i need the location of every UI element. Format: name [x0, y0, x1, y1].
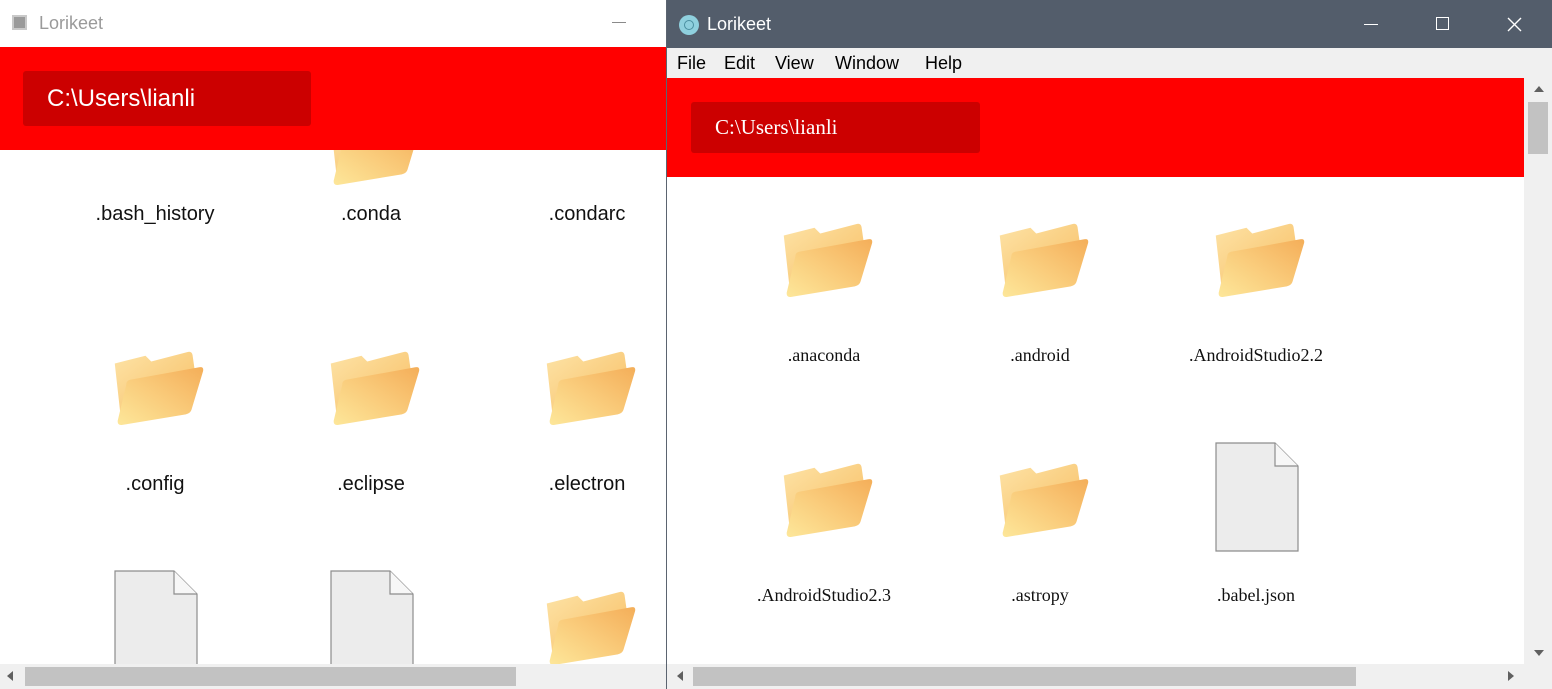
folder-item-label: .android [1010, 345, 1070, 365]
folder-item[interactable]: .AndroidStudio2.2 [1156, 217, 1356, 377]
menu-window[interactable]: Window [835, 53, 899, 74]
maximize-button[interactable] [1407, 0, 1479, 48]
vertical-scroll-thumb[interactable] [1528, 102, 1548, 154]
folder-icon [109, 345, 205, 428]
folder-item-label: .electron [548, 473, 626, 495]
maximize-icon [1436, 17, 1449, 30]
folder-item-label: .AndroidStudio2.3 [756, 585, 891, 605]
minimize-button[interactable] [1335, 0, 1407, 48]
window-title: Lorikeet [707, 14, 772, 34]
path-header: C:\Users\lianli [667, 78, 1524, 177]
file-item[interactable]: .babel.json [1156, 442, 1356, 617]
folder-item-label: .astropy [1011, 585, 1069, 605]
menu-bar: File Edit View Window Help [667, 48, 1552, 78]
folder-icon [325, 345, 421, 428]
scroll-up-arrow-icon[interactable] [1534, 86, 1544, 92]
close-icon [1507, 17, 1522, 32]
menu-edit[interactable]: Edit [724, 53, 755, 74]
title-bar: Lorikeet [0, 0, 667, 47]
folder-item[interactable]: .electron [487, 345, 667, 505]
file-icon [330, 570, 414, 664]
file-icon [114, 570, 198, 664]
menu-file[interactable]: File [677, 53, 706, 74]
folder-item[interactable] [487, 585, 667, 664]
folder-icon [1210, 217, 1306, 300]
folder-icon [994, 457, 1090, 540]
horizontal-scrollbar[interactable] [0, 664, 667, 689]
left-window: .bash_history .conda .condarc .config .e… [0, 0, 668, 689]
file-item-label: .condarc [548, 203, 626, 225]
title-bar: Lorikeet [667, 0, 1552, 48]
folder-item[interactable]: .astropy [940, 457, 1140, 617]
app-icon [12, 15, 27, 30]
folder-item-label: .AndroidStudio2.2 [1188, 345, 1323, 365]
menu-view[interactable]: View [775, 53, 814, 74]
file-icon [115, 150, 197, 170]
folder-item[interactable]: .anaconda [724, 217, 924, 377]
folder-item[interactable]: .eclipse [271, 345, 471, 505]
file-item-label: .babel.json [1217, 585, 1295, 605]
folder-item-label: .eclipse [337, 473, 405, 495]
folder-icon [778, 457, 874, 540]
folder-icon [541, 585, 637, 664]
close-button[interactable] [1479, 0, 1551, 48]
path-display[interactable]: C:\Users\lianli [23, 71, 311, 126]
folder-item[interactable]: .android [940, 217, 1140, 377]
file-item[interactable] [271, 570, 471, 664]
horizontal-scrollbar[interactable] [667, 664, 1524, 689]
menu-help[interactable]: Help [925, 53, 962, 74]
folder-icon [778, 217, 874, 300]
file-item[interactable]: .condarc [487, 150, 667, 270]
path-display[interactable]: C:\Users\lianli [691, 102, 980, 153]
app-icon [679, 15, 699, 35]
minimize-button[interactable] [612, 22, 626, 23]
scroll-down-arrow-icon[interactable] [1534, 650, 1544, 656]
folder-item-label: .anaconda [787, 345, 861, 365]
horizontal-scroll-thumb[interactable] [25, 667, 516, 686]
scroll-right-arrow-icon[interactable] [1508, 671, 1514, 681]
folder-icon [325, 150, 421, 188]
folder-icon [541, 345, 637, 428]
vertical-scrollbar[interactable] [1524, 78, 1552, 664]
file-icon [1215, 442, 1299, 552]
minimize-icon [1364, 24, 1378, 25]
file-grid: .anaconda .android .AndroidStudio2.2 .An… [667, 177, 1524, 664]
folder-icon [994, 217, 1090, 300]
file-item[interactable] [55, 570, 255, 664]
folder-item-label: .conda [340, 203, 402, 225]
file-grid: .bash_history .conda .condarc .config .e… [0, 150, 667, 664]
scroll-left-arrow-icon[interactable] [7, 671, 13, 681]
file-item[interactable]: .bash_history [55, 150, 255, 270]
right-window: Lorikeet File Edit View Window Help C:\U… [666, 0, 1552, 689]
scroll-left-arrow-icon[interactable] [677, 671, 683, 681]
scrollbar-corner [1524, 664, 1552, 689]
folder-item-label: .config [125, 473, 185, 495]
file-item-label: .bash_history [95, 203, 215, 225]
horizontal-scroll-thumb[interactable] [693, 667, 1356, 686]
folder-item[interactable]: .config [55, 345, 255, 505]
folder-item[interactable]: .AndroidStudio2.3 [724, 457, 924, 617]
file-icon [547, 150, 629, 170]
path-header: C:\Users\lianli [0, 47, 667, 150]
window-title: Lorikeet [39, 13, 104, 33]
folder-item[interactable]: .conda [271, 150, 471, 270]
